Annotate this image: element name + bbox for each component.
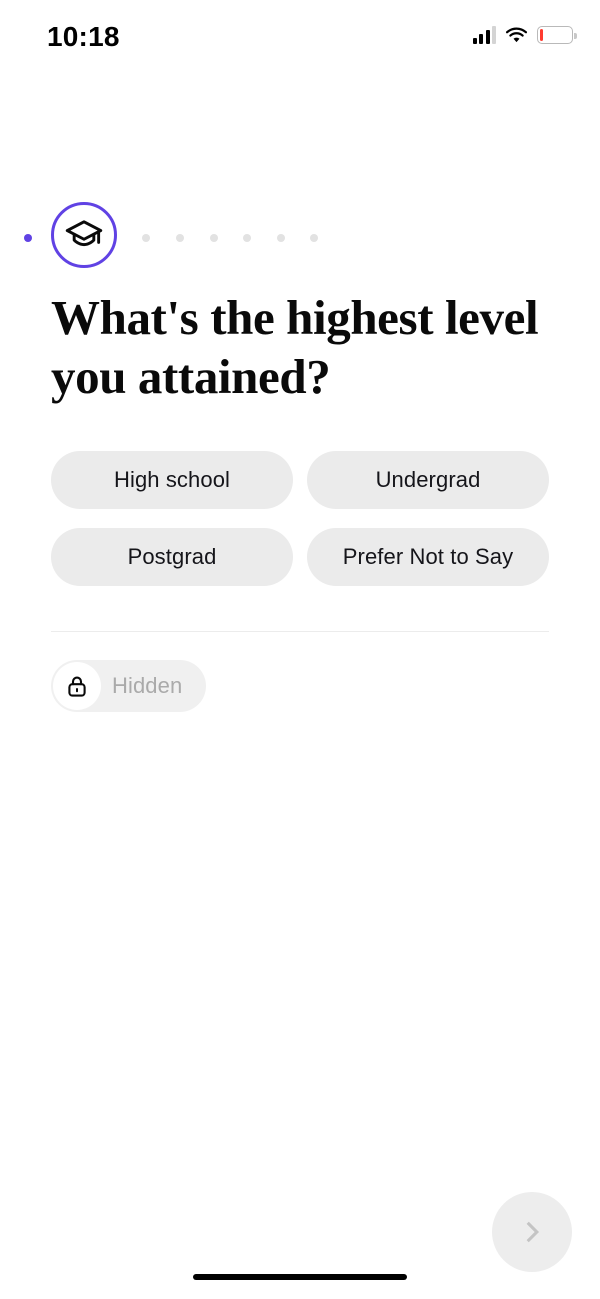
wifi-icon (505, 26, 528, 44)
progress-dot-upcoming (176, 234, 184, 242)
next-button[interactable] (492, 1192, 572, 1272)
option-prefer-not-to-say[interactable]: Prefer Not to Say (307, 528, 549, 586)
divider (51, 631, 549, 632)
phone-screen: 10:18 What's the highest level you attai… (0, 0, 600, 1299)
home-indicator (193, 1274, 407, 1280)
progress-dot-upcoming (310, 234, 318, 242)
answer-options: High school Undergrad Postgrad Prefer No… (51, 451, 549, 586)
battery-low-icon (537, 26, 577, 44)
toggle-knob (53, 662, 101, 710)
chevron-right-icon (519, 1219, 545, 1245)
graduation-cap-icon (65, 216, 103, 254)
progress-dot-completed (24, 234, 32, 242)
progress-dot-upcoming (210, 234, 218, 242)
progress-current-step (51, 202, 117, 268)
progress-dot-upcoming (277, 234, 285, 242)
status-bar-icons (472, 26, 577, 44)
option-high-school[interactable]: High school (51, 451, 293, 509)
progress-dot-upcoming (142, 234, 150, 242)
lock-icon (65, 674, 89, 698)
status-bar: 10:18 (0, 0, 600, 72)
status-bar-time: 10:18 (47, 21, 120, 52)
page-title: What's the highest level you attained? (51, 290, 539, 404)
option-postgrad[interactable]: Postgrad (51, 528, 293, 586)
option-undergrad[interactable]: Undergrad (307, 451, 549, 509)
privacy-hidden-toggle[interactable]: Hidden (51, 660, 207, 712)
privacy-hidden-label: Hidden (112, 673, 183, 698)
cellular-signal-icon (472, 26, 496, 44)
progress-dot-upcoming (243, 234, 251, 242)
